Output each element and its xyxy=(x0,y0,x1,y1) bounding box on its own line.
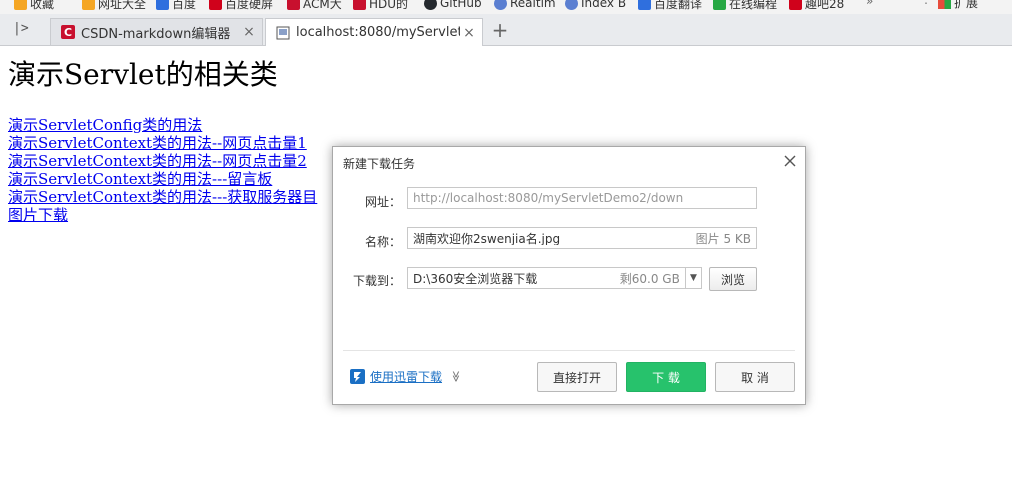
url-field[interactable] xyxy=(407,187,757,209)
name-label: 名称： xyxy=(364,235,401,249)
bookmark-item[interactable]: Realtim xyxy=(494,0,556,12)
bookmark-item[interactable]: GitHub xyxy=(424,0,482,12)
download-button[interactable]: 下 载 xyxy=(626,362,706,392)
divider xyxy=(343,350,795,351)
bookmark-item[interactable]: Index B xyxy=(565,0,626,12)
link-list: 演示ServletConfig类的用法 演示ServletContext类的用法… xyxy=(8,116,317,224)
bookmarks-more-button[interactable]: » xyxy=(866,0,873,8)
site-icon xyxy=(82,0,95,10)
cancel-button[interactable]: 取 消 xyxy=(715,362,795,392)
url-label: 网址： xyxy=(364,195,401,209)
bookmark-item[interactable]: 百度 xyxy=(156,0,196,12)
csdn-icon xyxy=(353,0,366,10)
page-title: 演示Servlet的相关类 xyxy=(8,58,278,91)
link-click-count-2[interactable]: 演示ServletContext类的用法--网页点击量2 xyxy=(8,152,317,170)
new-tab-button[interactable]: + xyxy=(488,18,512,44)
globe-icon xyxy=(494,0,507,10)
link-message-board[interactable]: 演示ServletContext类的用法---留言板 xyxy=(8,170,317,188)
tab-csdn[interactable]: C CSDN-markdown编辑器 × xyxy=(50,18,263,45)
sidebar-toggle-button[interactable]: |> xyxy=(13,21,29,36)
page-icon xyxy=(276,26,290,40)
tab-title: CSDN-markdown编辑器 xyxy=(81,26,231,42)
bookmark-item[interactable]: 网址大全 xyxy=(82,0,146,12)
code-icon xyxy=(713,0,726,10)
saveto-input[interactable] xyxy=(408,271,620,285)
bookmark-favorites[interactable]: 收藏 xyxy=(14,0,54,12)
globe-icon xyxy=(565,0,578,10)
bookmark-item[interactable]: 百度翻译 xyxy=(638,0,702,12)
extensions-button[interactable]: 扩展 xyxy=(938,0,978,11)
link-servletconfig[interactable]: 演示ServletConfig类的用法 xyxy=(8,116,317,134)
dialog-title: 新建下载任务 xyxy=(343,157,416,171)
link-image-download[interactable]: 图片下载 xyxy=(8,206,317,224)
paw-icon xyxy=(156,0,169,10)
site-icon xyxy=(209,0,222,10)
thunder-download-option: 使用迅雷下载 ≫ xyxy=(350,368,462,385)
site-icon xyxy=(789,0,802,10)
bookmark-item[interactable]: 百度硬屏 xyxy=(209,0,273,12)
tab-bar: |> C CSDN-markdown编辑器 × localhost:8080/m… xyxy=(0,14,1012,46)
svg-text:C: C xyxy=(64,26,72,39)
browse-button[interactable]: 浏览 xyxy=(709,267,757,291)
separator-icon: ⋮ xyxy=(920,0,932,6)
url-input[interactable] xyxy=(408,191,756,205)
close-icon[interactable] xyxy=(781,152,799,170)
free-space-hint: 剩60.0 GB xyxy=(619,271,680,286)
saveto-field[interactable]: 剩60.0 GB ▼ xyxy=(407,267,702,289)
page-body: 演示Servlet的相关类 xyxy=(8,58,278,92)
thunder-icon xyxy=(350,369,365,384)
bookmark-item[interactable]: ACM大 xyxy=(287,0,342,12)
filename-input[interactable] xyxy=(408,231,696,245)
link-server-directory[interactable]: 演示ServletContext类的用法---获取服务器目 xyxy=(8,188,317,206)
csdn-icon: C xyxy=(61,25,75,39)
bookmark-item[interactable]: HDU的 xyxy=(353,0,408,12)
download-dialog: 新建下载任务 网址： 名称： 图片 5 KB 下载到： 剩60.0 GB ▼ 浏… xyxy=(332,146,806,405)
csdn-icon xyxy=(287,0,300,10)
link-click-count-1[interactable]: 演示ServletContext类的用法--网页点击量1 xyxy=(8,134,317,152)
saveto-label: 下载到： xyxy=(352,274,401,288)
translate-icon xyxy=(638,0,651,10)
chevron-double-down-icon[interactable]: ≫ xyxy=(449,371,462,383)
close-icon[interactable]: × xyxy=(460,25,478,41)
thunder-download-link[interactable]: 使用迅雷下载 xyxy=(370,368,442,385)
tab-title: localhost:8080/myServletDer xyxy=(296,25,460,40)
chevron-down-icon[interactable]: ▼ xyxy=(684,268,701,288)
github-icon xyxy=(424,0,437,10)
star-icon xyxy=(14,0,27,10)
file-size-hint: 图片 5 KB xyxy=(695,231,751,246)
bookmark-item[interactable]: 在线编程 xyxy=(713,0,777,12)
open-directly-button[interactable]: 直接打开 xyxy=(537,362,617,392)
tab-localhost[interactable]: localhost:8080/myServletDer × xyxy=(265,18,483,46)
bookmark-item[interactable]: 趣吧28 xyxy=(789,0,844,12)
close-icon[interactable]: × xyxy=(240,24,258,40)
bookmarks-bar: 收藏 网址大全 百度 百度硬屏 ACM大 HDU的 GitHub Realtim… xyxy=(0,0,1012,14)
filename-field[interactable]: 图片 5 KB xyxy=(407,227,757,249)
extensions-icon xyxy=(938,0,951,9)
